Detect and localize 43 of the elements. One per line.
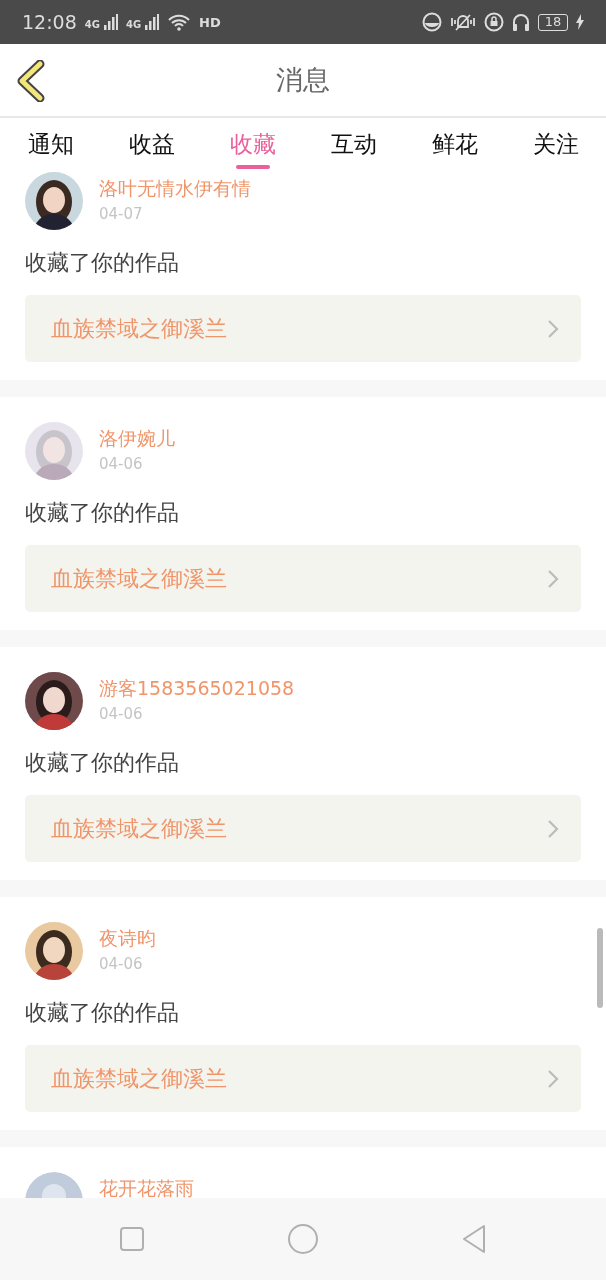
battery-level-text: 18 [538, 13, 568, 31]
message-text: 收藏了你的作品 [25, 749, 180, 777]
user-name[interactable]: 洛伊婉儿 [99, 426, 175, 450]
tab[interactable]: 收益 [101, 118, 202, 170]
date-text: 04-06 [99, 954, 144, 974]
hd-text: HD [199, 15, 221, 29]
tab[interactable]: 互动 [303, 118, 404, 170]
lock-rotation-icon [484, 12, 504, 32]
page-title: 消息 [276, 62, 330, 97]
tab[interactable]: 关注 [505, 118, 606, 170]
network-type-text: 4G [125, 20, 142, 30]
clock-text: 12:08 [22, 9, 77, 35]
headphones-icon [512, 12, 530, 32]
chevron-right-icon [547, 818, 559, 839]
user-name[interactable]: 洛叶无情水伊有情 [99, 176, 251, 200]
message-text: 收藏了你的作品 [25, 249, 180, 277]
signal-icon [145, 14, 160, 30]
date-text: 04-07 [99, 204, 144, 224]
work-link[interactable]: 血族禁域之御溪兰 [25, 295, 581, 362]
work-link[interactable]: 血族禁域之御溪兰 [25, 545, 581, 612]
date-text: 04-06 [99, 704, 144, 724]
network-type-text: 4G [84, 20, 100, 30]
tab[interactable]: 通知 [0, 118, 101, 170]
chevron-right-icon [547, 568, 559, 589]
work-link[interactable]: 血族禁域之御溪兰 [25, 795, 581, 862]
message-text: 收藏了你的作品 [25, 499, 180, 527]
work-link[interactable]: 血族禁域之御溪兰 [25, 1045, 581, 1112]
home-icon[interactable] [287, 1223, 319, 1255]
chevron-right-icon [547, 1068, 559, 1089]
charging-icon [576, 14, 584, 30]
mute-bell-icon [450, 12, 476, 32]
back-icon[interactable] [16, 60, 46, 102]
user-name[interactable]: 游客1583565021058 [99, 676, 295, 700]
user-name[interactable]: 夜诗昀 [99, 926, 156, 950]
tab[interactable]: 鲜花 [404, 118, 505, 170]
date-text: 04-06 [99, 454, 144, 474]
wifi-icon [167, 13, 192, 31]
message-text: 收藏了你的作品 [25, 999, 180, 1027]
chevron-right-icon [547, 318, 559, 339]
signal-icon [103, 14, 118, 30]
recent-apps-icon[interactable] [118, 1225, 147, 1253]
user-name[interactable]: 花开花落雨 [99, 1176, 194, 1198]
tab[interactable]: 收藏 [202, 118, 303, 170]
